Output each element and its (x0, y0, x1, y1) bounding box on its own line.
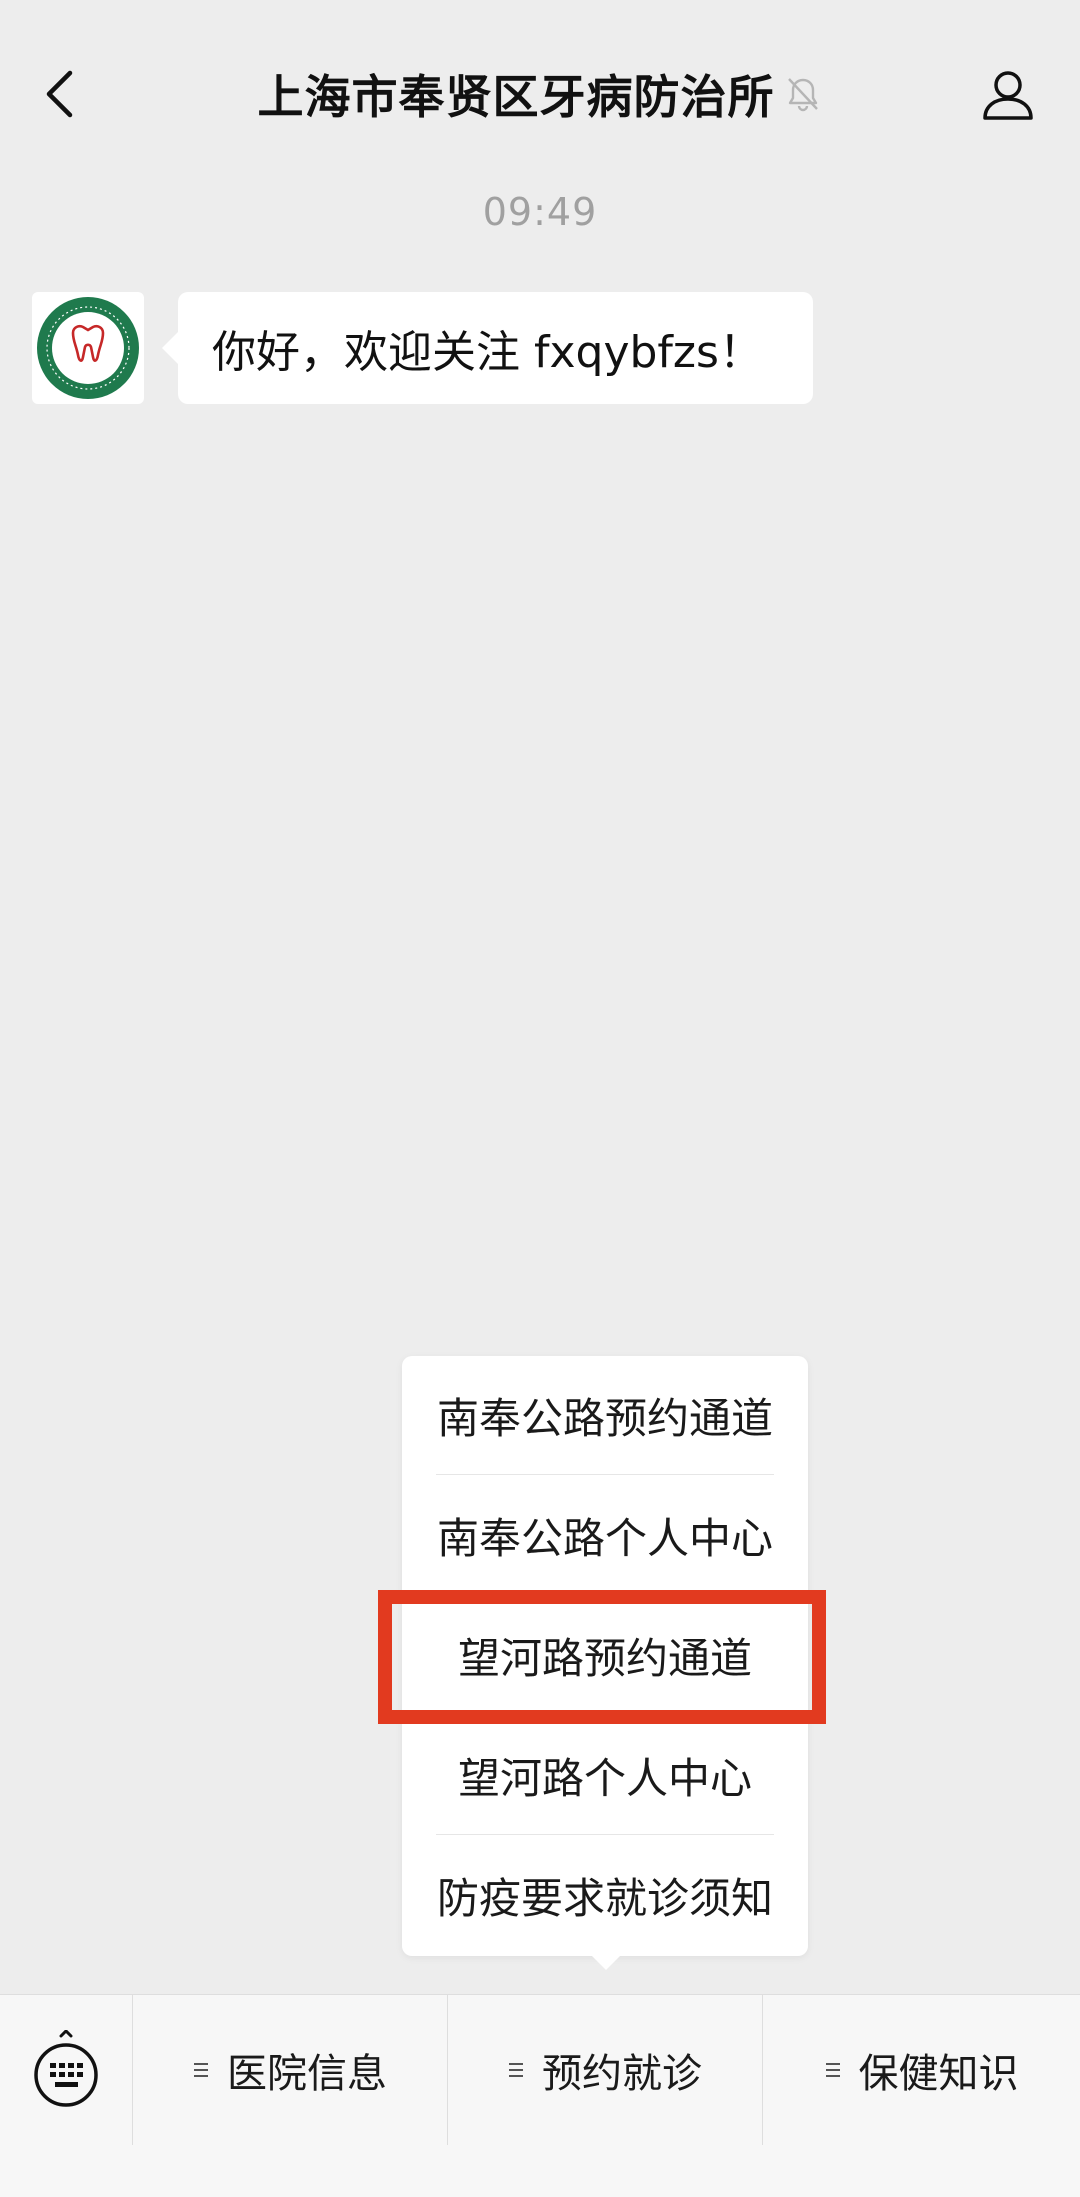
menu-button-label: 医院信息 (227, 2051, 387, 2097)
page-title: 上海市奉贤区牙病防治所 (257, 70, 775, 124)
keyboard-toggle-button[interactable] (0, 1995, 133, 2145)
bottom-menu-bar: 医院信息 预约就诊 保健知识 (0, 1994, 1080, 2197)
profile-button[interactable] (976, 62, 1040, 126)
message-timestamp: 09:49 (482, 190, 598, 234)
profile-icon (983, 71, 1033, 120)
submenu-item-nanfeng-appointment[interactable]: 南奉公路预约通道 (436, 1356, 774, 1475)
menu-lines-icon (508, 2061, 524, 2079)
menu-button-health-knowledge[interactable]: 保健知识 (763, 1995, 1080, 2145)
submenu-item-wanghe-appointment[interactable]: 望河路预约通道 (436, 1596, 774, 1714)
submenu-popup: 南奉公路预约通道 南奉公路个人中心 望河路预约通道 望河路个人中心 防疫要求就诊… (402, 1356, 808, 1970)
top-bar: 上海市奉贤区牙病防治所 (0, 0, 1080, 190)
avatar[interactable] (32, 292, 144, 404)
menu-button-label: 保健知识 (858, 2051, 1019, 2097)
submenu-item-nanfeng-personal-center[interactable]: 南奉公路个人中心 (436, 1476, 774, 1594)
menu-button-label: 预约就诊 (542, 2051, 702, 2097)
menu-button-appointment[interactable]: 预约就诊 (448, 1995, 763, 2145)
menu-lines-icon (825, 2061, 841, 2079)
hospital-logo-icon (37, 297, 139, 399)
menu-lines-icon (193, 2061, 209, 2079)
mute-bell-icon (783, 74, 823, 114)
message-bubble: 你好，欢迎关注 fxqybfzs！ (162, 292, 813, 404)
menu-button-hospital-info[interactable]: 医院信息 (133, 1995, 448, 2145)
submenu-item-wanghe-personal-center[interactable]: 望河路个人中心 (436, 1716, 774, 1835)
message-row: 你好，欢迎关注 fxqybfzs！ (32, 292, 813, 404)
submenu-item-epidemic-notice[interactable]: 防疫要求就诊须知 (436, 1836, 774, 1954)
keyboard-icon (34, 2030, 98, 2107)
title-area: 上海市奉贤区牙病防治所 (0, 58, 1080, 130)
